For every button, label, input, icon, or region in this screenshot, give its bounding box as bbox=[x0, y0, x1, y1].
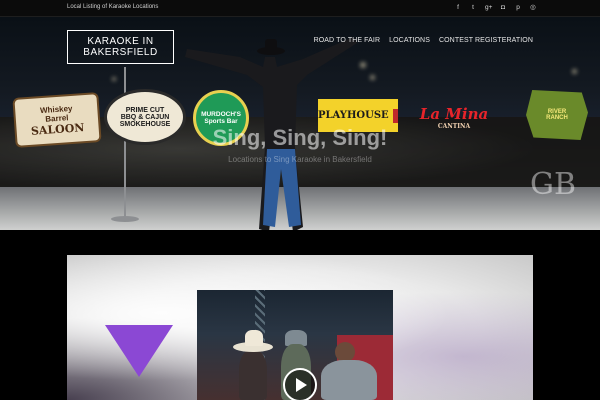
hero-banner: KARAOKE IN BAKERSFIELD ROAD TO THE FAIR … bbox=[0, 17, 600, 230]
sponsor-text: La Mina bbox=[419, 104, 489, 123]
logo-line1: KARAOKE IN bbox=[87, 36, 154, 47]
pinterest-icon[interactable]: p bbox=[515, 3, 521, 12]
nav-road-to-the-fair[interactable]: ROAD TO THE FAIR bbox=[314, 37, 381, 44]
play-icon[interactable] bbox=[283, 368, 317, 400]
logo-line2: BAKERSFIELD bbox=[83, 47, 158, 58]
instagram-icon[interactable]: ◘ bbox=[500, 3, 506, 12]
video-person bbox=[321, 360, 377, 400]
stage-light bbox=[572, 69, 577, 74]
main-nav: ROAD TO THE FAIR LOCATIONS CONTEST REGIS… bbox=[314, 37, 533, 44]
gb-watermark: GB bbox=[530, 167, 577, 202]
googleplus-icon[interactable]: g+ bbox=[485, 3, 492, 12]
sponsor-text: BBQ & CAJUN bbox=[120, 113, 170, 121]
house-icon bbox=[392, 108, 398, 123]
sponsor-text: PLAYHOUSE bbox=[318, 110, 389, 121]
dribbble-icon[interactable]: ◎ bbox=[530, 3, 536, 12]
purple-triangle-icon bbox=[105, 325, 173, 377]
cowboy-hat-icon bbox=[245, 330, 263, 346]
site-logo[interactable]: KARAOKE IN BAKERSFIELD bbox=[67, 30, 174, 64]
video-player[interactable] bbox=[197, 290, 393, 400]
sponsor-text: PRIME CUT bbox=[125, 106, 165, 114]
nav-locations[interactable]: LOCATIONS bbox=[389, 37, 430, 44]
sponsor-text: Sports Bar bbox=[204, 118, 238, 125]
top-bar: Local Listing of Karaoke Locations f t g… bbox=[0, 0, 600, 17]
site-tagline: Local Listing of Karaoke Locations bbox=[67, 4, 159, 10]
twitter-icon[interactable]: t bbox=[470, 3, 476, 12]
sponsor-text: MURDOCH'S bbox=[201, 111, 241, 118]
video-person bbox=[335, 342, 355, 362]
facebook-icon[interactable]: f bbox=[455, 3, 461, 12]
video-person bbox=[239, 350, 267, 400]
social-links: f t g+ ◘ p ◎ bbox=[455, 3, 536, 12]
sponsor-text: RANCH bbox=[546, 115, 568, 121]
video-section bbox=[67, 255, 533, 400]
hero-subtitle: Locations to Sing Karaoke in Bakersfield bbox=[228, 155, 372, 164]
stage-light bbox=[370, 75, 375, 80]
nav-contest-registration[interactable]: CONTEST REGISTERATION bbox=[439, 37, 533, 44]
hero-title: Sing, Sing, Sing! bbox=[212, 125, 388, 150]
